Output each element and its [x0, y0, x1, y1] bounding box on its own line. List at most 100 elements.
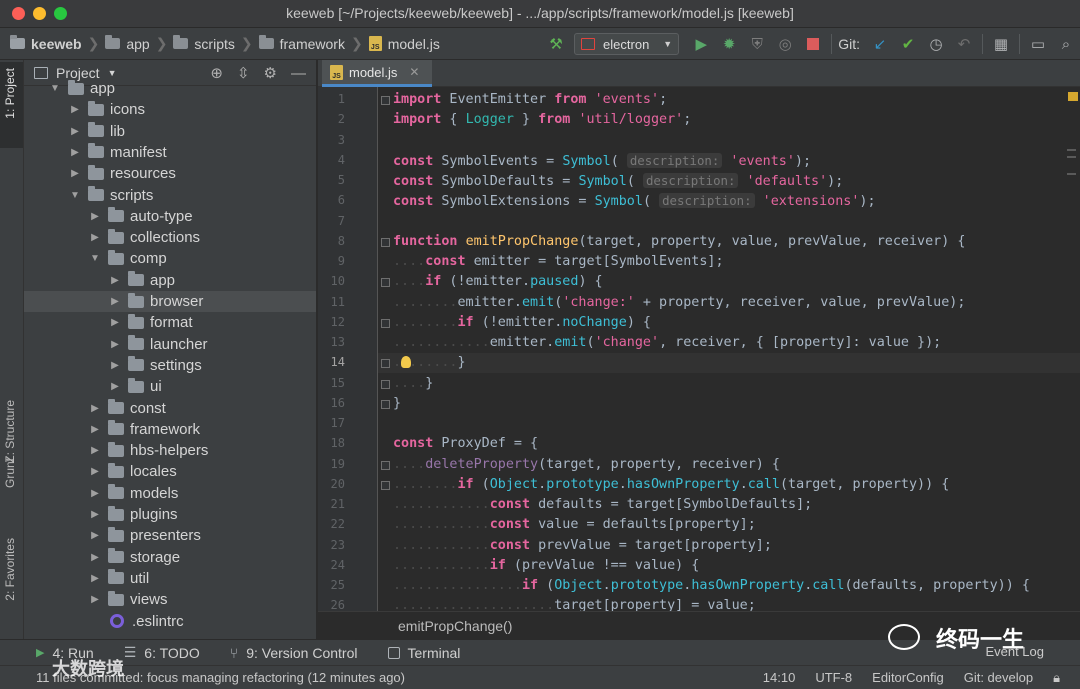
code-line[interactable]: ........emitter.emit('change:' + propert… [393, 293, 965, 313]
code-line[interactable]: const SymbolDefaults = Symbol( descripti… [393, 171, 843, 191]
expand-right-icon[interactable]: ▶ [108, 317, 122, 328]
fold-toggle-icon[interactable] [381, 237, 390, 247]
project-structure-icon[interactable]: ▦ [987, 28, 1015, 60]
expand-right-icon[interactable]: ▶ [108, 360, 122, 371]
tree-item[interactable]: ▶ framework [24, 419, 316, 440]
tree-item[interactable]: ▶ browser [24, 291, 316, 312]
fold-toggle-icon[interactable] [381, 480, 390, 490]
caret-position[interactable]: 14:10 [763, 670, 796, 686]
git-update-arrow-icon[interactable]: ↙ [866, 28, 894, 60]
expand-right-icon[interactable]: ▶ [88, 445, 102, 456]
expand-right-icon[interactable]: ▶ [88, 594, 102, 605]
lock-icon[interactable]: 🔒︎ [1053, 670, 1060, 686]
editorconfig-indicator[interactable]: EditorConfig [872, 670, 944, 686]
tree-item[interactable]: ▶ models [24, 483, 316, 504]
code-line[interactable]: import EventEmitter from 'events'; [393, 90, 667, 110]
fold-toggle-icon[interactable] [381, 96, 390, 105]
tree-item[interactable]: ▶ ui [24, 376, 316, 397]
tree-item[interactable]: ▼ app [24, 78, 316, 99]
breadcrumb-item-file[interactable]: JS model.js [368, 36, 440, 52]
code-line[interactable]: ............if (prevValue !== value) { [393, 556, 699, 576]
run-play-icon[interactable]: ▶ [687, 28, 715, 60]
expand-right-icon[interactable]: ▶ [88, 509, 102, 520]
run-configuration-select[interactable]: electron ▼ [574, 33, 680, 55]
tree-item[interactable]: ▶ launcher [24, 334, 316, 355]
code-line[interactable]: const SymbolEvents = Symbol( description… [393, 151, 811, 171]
code-line[interactable]: ........if (Object.prototype.hasOwnPrope… [393, 475, 949, 495]
code-line[interactable]: ............const value = defaults[prope… [393, 515, 756, 535]
tree-item[interactable]: ▶ format [24, 312, 316, 333]
git-branch[interactable]: Git: develop [964, 670, 1033, 686]
code-line[interactable]: ................if (Object.prototype.has… [393, 576, 1030, 596]
expand-right-icon[interactable]: ▶ [68, 168, 82, 179]
tree-item[interactable]: ▶ storage [24, 547, 316, 568]
code-line[interactable]: const SymbolExtensions = Symbol( descrip… [393, 191, 876, 211]
build-hammer-icon[interactable]: ⚒ [542, 28, 570, 60]
side-tab-structure[interactable]: Z: Structure [3, 400, 17, 463]
expand-right-icon[interactable]: ▶ [88, 488, 102, 499]
chevron-down-icon[interactable]: ▼ [108, 68, 117, 78]
presentation-icon[interactable]: ▭ [1024, 28, 1052, 60]
expand-right-icon[interactable]: ▶ [88, 530, 102, 541]
lightbulb-icon[interactable] [401, 356, 411, 369]
code-line[interactable]: ............const defaults = target[Symb… [393, 495, 812, 515]
tree-item[interactable]: ▶ plugins [24, 504, 316, 525]
fold-toggle-icon[interactable] [381, 278, 390, 288]
tree-item[interactable]: ▶ collections [24, 227, 316, 248]
expand-right-icon[interactable]: ▶ [108, 381, 122, 392]
expand-right-icon[interactable]: ▶ [88, 573, 102, 584]
expand-right-icon[interactable]: ▶ [88, 232, 102, 243]
expand-right-icon[interactable]: ▶ [108, 275, 122, 286]
tool-tab-version-control[interactable]: ⑂ 9: Version Control [230, 645, 358, 661]
coverage-shield-icon[interactable]: ⛨ [743, 28, 771, 60]
fold-toggle-icon[interactable] [381, 399, 390, 409]
expand-right-icon[interactable]: ▶ [108, 339, 122, 350]
tree-item[interactable]: ▶ locales [24, 461, 316, 482]
expand-right-icon[interactable]: ▶ [88, 552, 102, 563]
tree-item[interactable]: ▶ util [24, 568, 316, 589]
breadcrumb-item-project[interactable]: keeweb [10, 35, 82, 52]
side-tab-project[interactable]: 1: Project [3, 68, 17, 119]
debug-bug-icon[interactable]: ✹ [715, 28, 743, 60]
tree-item[interactable]: ▼ scripts [24, 185, 316, 206]
fold-toggle-icon[interactable] [381, 318, 390, 328]
git-commit-check-icon[interactable]: ✔ [894, 28, 922, 60]
expand-right-icon[interactable]: ▶ [108, 296, 122, 307]
code-line[interactable]: ....const emitter = target[SymbolEvents]… [393, 252, 724, 272]
tree-item[interactable]: .eslintrc [24, 611, 316, 632]
tree-item[interactable]: ▶ settings [24, 355, 316, 376]
breadcrumb-item-app[interactable]: app [105, 35, 150, 52]
tree-item[interactable]: ▶ lib [24, 121, 316, 142]
tree-item[interactable]: ▶ icons [24, 99, 316, 120]
expand-right-icon[interactable]: ▶ [88, 424, 102, 435]
tree-item[interactable]: ▶ presenters [24, 525, 316, 546]
code-line[interactable]: function emitPropChange(target, property… [393, 232, 965, 252]
fold-toggle-icon[interactable] [381, 379, 390, 389]
history-clock-icon[interactable]: ◷ [922, 28, 950, 60]
tree-item[interactable]: ▶ manifest [24, 142, 316, 163]
side-tab-favorites[interactable]: 2: Favorites [3, 538, 17, 601]
breadcrumb-item-framework[interactable]: framework [258, 35, 345, 52]
tree-item[interactable]: ▶ hbs-helpers [24, 440, 316, 461]
fold-toggle-icon[interactable] [381, 460, 390, 470]
expand-down-icon[interactable]: ▼ [48, 83, 62, 94]
code-line[interactable]: } [393, 394, 401, 414]
tree-item[interactable]: ▼ comp [24, 248, 316, 269]
code-line[interactable]: ............emitter.emit('change', recei… [393, 333, 941, 353]
close-tab-icon[interactable]: ✕ [409, 65, 419, 79]
fold-toggle-icon[interactable] [381, 359, 390, 369]
search-icon[interactable]: ⌕ [1052, 28, 1080, 60]
revert-icon[interactable]: ↶ [950, 28, 978, 60]
inspection-status-marker[interactable] [1068, 92, 1078, 101]
code-line[interactable]: import { Logger } from 'util/logger'; [393, 110, 691, 130]
tool-tab-terminal[interactable]: Terminal [387, 645, 460, 661]
tree-item[interactable]: ▶ views [24, 589, 316, 610]
profile-icon[interactable]: ◎ [771, 28, 799, 60]
tool-tab-todo[interactable]: ☰ 6: TODO [124, 644, 200, 661]
code-line[interactable]: ....if (!emitter.paused) { [393, 272, 603, 292]
expand-down-icon[interactable]: ▼ [88, 253, 102, 264]
tree-item[interactable]: ▶ resources [24, 163, 316, 184]
tree-item[interactable]: ▶ const [24, 398, 316, 419]
code-line[interactable]: ............const prevValue = target[pro… [393, 536, 772, 556]
expand-right-icon[interactable]: ▶ [88, 403, 102, 414]
